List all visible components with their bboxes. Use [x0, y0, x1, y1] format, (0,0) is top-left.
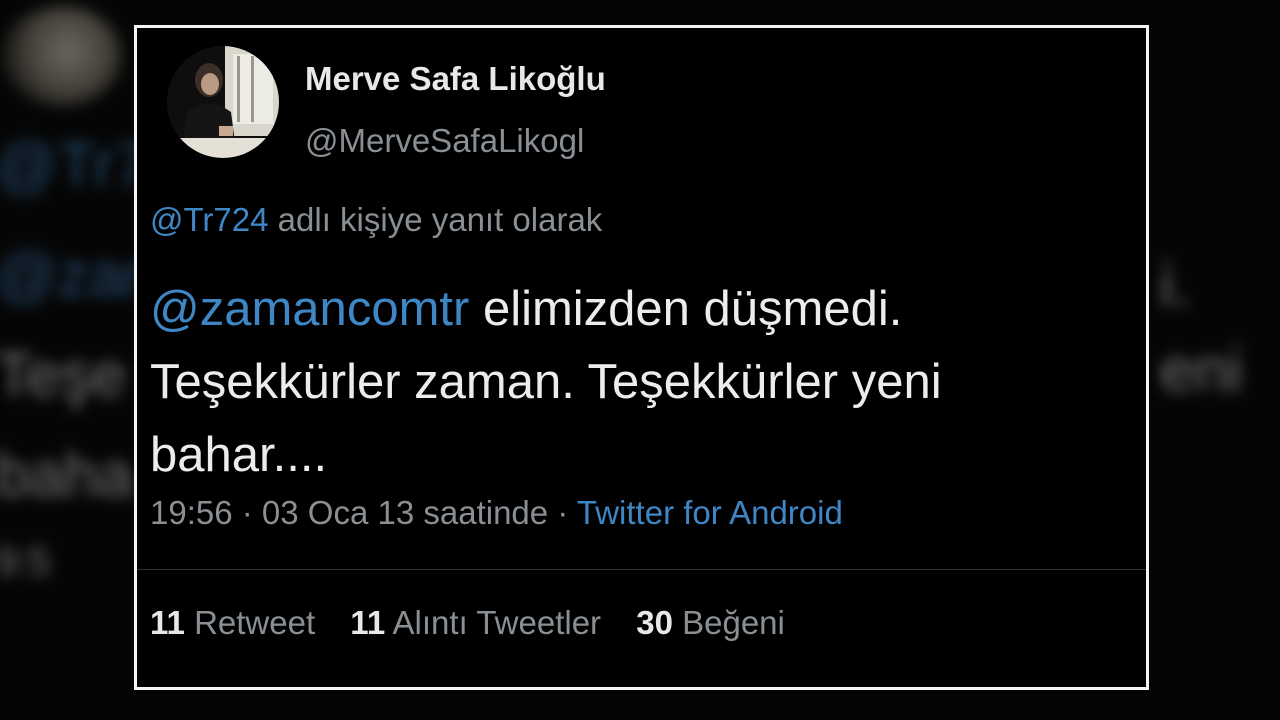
stat-likes[interactable]: 30 Beğeni — [636, 604, 785, 641]
blurred-text: baha — [0, 441, 133, 510]
blurred-text: Teşe — [0, 341, 126, 410]
reply-context-text: adlı kişiye yanıt olarak — [268, 201, 603, 238]
tweet-stats: 11 Retweet 11 Alıntı Tweetler 30 Beğeni — [150, 604, 811, 642]
tweet-date: 03 Oca 13 saatinde — [261, 494, 549, 531]
tweet-mention-link[interactable]: @zamancomtr — [150, 282, 469, 336]
divider — [137, 569, 1146, 570]
user-handle[interactable]: @MerveSafaLikogl — [305, 122, 584, 160]
stat-label: Alıntı Tweetler — [392, 604, 602, 641]
stat-retweets[interactable]: 11 Retweet — [150, 604, 315, 641]
stat-label: Beğeni — [682, 604, 785, 641]
tweet-source-link[interactable]: Twitter for Android — [577, 494, 843, 531]
tweet-time: 19:56 — [150, 494, 233, 531]
tweet-text: @zamancomtr elimizden düşmedi. Teşekkürl… — [150, 273, 1130, 492]
meta-separator: · — [232, 494, 262, 531]
reply-context: @Tr724 adlı kişiye yanıt olarak — [150, 201, 602, 239]
user-avatar-photo-icon — [167, 46, 279, 158]
tweet-meta: 19:56 · 03 Oca 13 saatinde · Twitter for… — [150, 494, 843, 532]
screenshot-stage: @Tr72 @zar Teşe baha 9:5 i. eni Merve Sa… — [0, 0, 1280, 720]
tweet-card: Merve Safa Likoğlu @MerveSafaLikogl @Tr7… — [134, 25, 1149, 690]
blurred-text: i. — [1160, 251, 1191, 320]
meta-separator: · — [548, 494, 577, 531]
blurred-text: @zar — [0, 241, 145, 310]
blurred-text: 9:5 — [0, 540, 51, 584]
stat-count: 11 — [150, 604, 185, 641]
blurred-avatar — [2, 6, 122, 106]
stat-label: Retweet — [194, 604, 316, 641]
stat-quote-tweets[interactable]: 11 Alıntı Tweetler — [350, 604, 601, 641]
blurred-text: eni — [1160, 336, 1243, 405]
stat-count: 30 — [636, 604, 673, 641]
display-name[interactable]: Merve Safa Likoğlu — [305, 60, 606, 98]
avatar[interactable] — [167, 46, 279, 158]
stat-count: 11 — [350, 604, 386, 641]
reply-mention-link[interactable]: @Tr724 — [150, 201, 268, 238]
